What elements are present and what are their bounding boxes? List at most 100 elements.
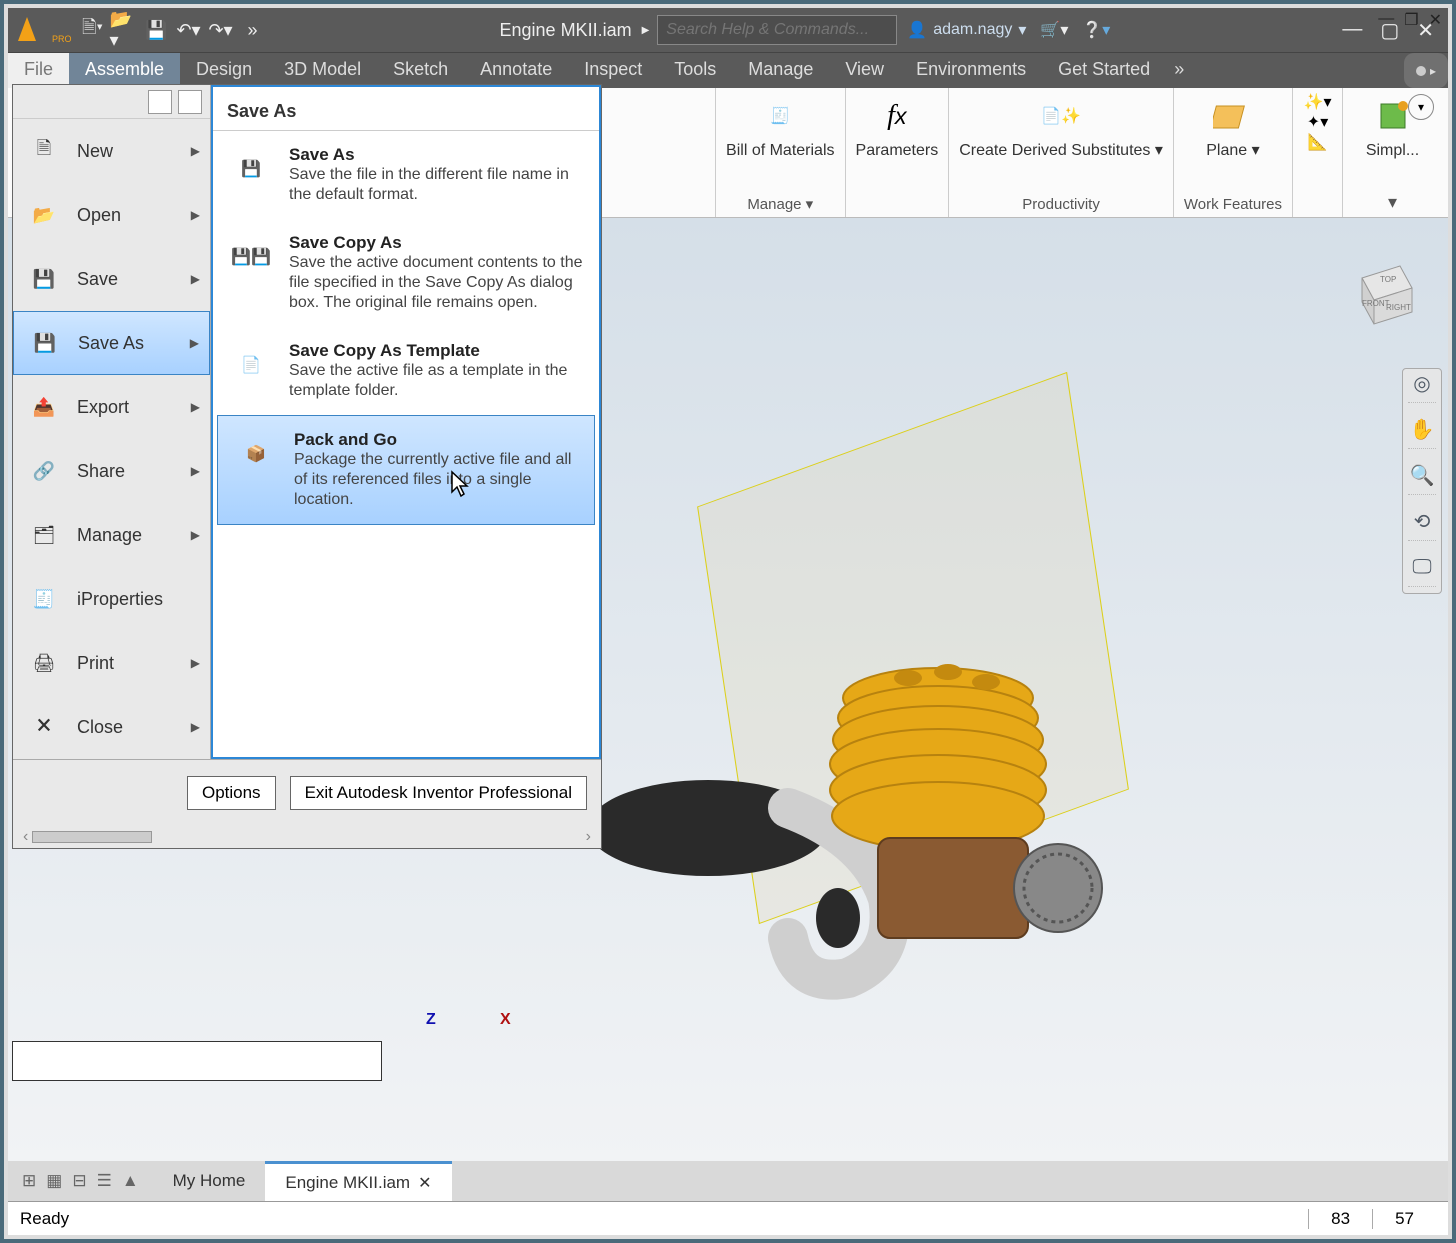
nav-lookat-icon[interactable]: 🖵 — [1408, 559, 1436, 587]
save-as-icon: 💾 — [24, 322, 66, 364]
ribbon-expander-icon[interactable]: ▾ — [1408, 94, 1434, 120]
qat-open-icon[interactable]: 📂▾ — [110, 15, 140, 45]
scroll-right-icon[interactable]: › — [586, 828, 591, 846]
thumbnail-large-icon[interactable] — [178, 90, 202, 114]
file-menu-share[interactable]: 🔗Share▶ — [13, 439, 210, 503]
tab-annotate[interactable]: Annotate — [464, 53, 568, 88]
file-menu-submenu: Save As 💾 Save AsSave the file in the di… — [211, 85, 601, 759]
file-menu-left-column: 🗎New▶ 📂Open▶ 💾Save▶ 💾Save As▶ 📤Export▶ 🔗… — [13, 85, 211, 759]
tab-tools[interactable]: Tools — [658, 53, 732, 88]
nav-pan-icon[interactable]: ✋ — [1408, 421, 1436, 449]
file-menu-export[interactable]: 📤Export▶ — [13, 375, 210, 439]
tab-view[interactable]: View — [829, 53, 900, 88]
chevron-right-icon: ▶ — [190, 336, 199, 350]
search-input[interactable] — [657, 15, 897, 45]
tab-sketch[interactable]: Sketch — [377, 53, 464, 88]
ribbon-group-workfeature-extra[interactable]: ✨▾ ✦▾ 📐 — [1292, 88, 1342, 217]
submenu-header: Save As — [213, 87, 599, 131]
status-text: Ready — [20, 1209, 69, 1229]
inner-window-controls: — ❐ ✕ — [1378, 10, 1442, 30]
plane-label: Plane ▾ — [1206, 142, 1259, 160]
tab-3dmodel[interactable]: 3D Model — [268, 53, 377, 88]
open-icon: 📂 — [23, 194, 65, 236]
simplification-label: Simpl... — [1366, 142, 1419, 160]
viewcube-top: TOP — [1380, 275, 1396, 284]
file-menu-open[interactable]: 📂Open▶ — [13, 183, 210, 247]
thumbnail-small-icon[interactable] — [148, 90, 172, 114]
axis-z-label: Z — [426, 1011, 436, 1029]
file-menu-save-as[interactable]: 💾Save As▶ — [13, 311, 210, 375]
tab-inspect[interactable]: Inspect — [568, 53, 658, 88]
inner-restore-icon[interactable]: ❐ — [1404, 10, 1418, 30]
tab-active-document[interactable]: Engine MKII.iam ✕ — [265, 1161, 451, 1201]
file-menu-iproperties[interactable]: 🧾iProperties — [13, 567, 210, 631]
tab-layout4-icon[interactable]: ☰ — [97, 1171, 112, 1191]
ribbon-group-bom[interactable]: 🧾 Bill of Materials Manage ▾ — [715, 88, 844, 217]
fx-icon: fx — [873, 92, 921, 140]
cart-icon[interactable]: 🛒▾ — [1040, 20, 1068, 40]
tab-layout3-icon[interactable]: ⊟ — [72, 1171, 86, 1191]
ribbon-group-parameters[interactable]: fx Parameters — [845, 88, 949, 217]
qat-new-icon[interactable]: 🗎▾ — [78, 15, 108, 45]
exit-button[interactable]: Exit Autodesk Inventor Professional — [290, 776, 587, 810]
manage-caption: Manage ▾ — [747, 195, 813, 217]
axis-x-label: X — [500, 1011, 511, 1029]
tab-layout-icon[interactable]: ⊞ — [22, 1171, 36, 1191]
file-menu-dropdown: 🗎New▶ 📂Open▶ 💾Save▶ 💾Save As▶ 📤Export▶ 🔗… — [12, 84, 602, 849]
tab-my-home[interactable]: My Home — [153, 1161, 266, 1201]
file-menu-scrollbar[interactable]: ‹ › — [13, 826, 601, 848]
user-name: adam.nagy — [933, 21, 1012, 39]
options-button[interactable]: Options — [187, 776, 276, 810]
inner-close-icon[interactable]: ✕ — [1429, 10, 1442, 30]
manage-icon: 🗂 — [23, 514, 65, 556]
submenu-save-as[interactable]: 💾 Save AsSave the file in the different … — [213, 131, 599, 219]
nav-zoom-icon[interactable]: 🔍 — [1408, 467, 1436, 495]
minimize-icon[interactable]: — — [1342, 18, 1362, 43]
title-dropdown-icon[interactable]: ▶ — [642, 25, 650, 36]
file-menu-close[interactable]: 🗙Close▶ — [13, 695, 210, 759]
tab-manage[interactable]: Manage — [732, 53, 829, 88]
nav-rotate-icon[interactable]: ⟲ — [1408, 513, 1436, 541]
inner-minimize-icon[interactable]: — — [1378, 10, 1394, 30]
help-icon[interactable]: ❔▾ — [1082, 20, 1110, 40]
file-menu-save[interactable]: 💾Save▶ — [13, 247, 210, 311]
tab-active-label: Engine MKII.iam — [285, 1173, 410, 1193]
tab-environments[interactable]: Environments — [900, 53, 1042, 88]
submenu-save-copy-template[interactable]: 📄 Save Copy As TemplateSave the active f… — [213, 327, 599, 415]
ribbon-group-plane[interactable]: Plane ▾ Work Features — [1173, 88, 1292, 217]
qat-more-icon[interactable]: » — [238, 15, 268, 45]
app-logo-icon — [14, 13, 40, 47]
submenu-save-copy-as[interactable]: 💾💾 Save Copy AsSave the active document … — [213, 219, 599, 327]
mouse-cursor-icon — [450, 470, 470, 498]
qat-save-icon[interactable]: 💾 — [142, 15, 172, 45]
chevron-right-icon: ▶ — [191, 528, 200, 542]
file-menu-new[interactable]: 🗎New▶ — [13, 119, 210, 183]
submenu-pack-and-go[interactable]: 📦 Pack and GoPackage the currently activ… — [217, 415, 595, 525]
user-account[interactable]: 👤 adam.nagy ▾ — [907, 20, 1026, 40]
tab-assemble[interactable]: Assemble — [69, 53, 180, 88]
save-as-sub-icon: 💾 — [227, 145, 275, 193]
document-tabs-bar: ⊞ ▦ ⊟ ☰ ▲ My Home Engine MKII.iam ✕ — [8, 1161, 1448, 1201]
scroll-left-icon[interactable]: ‹ — [23, 828, 28, 846]
ribbon-tabs: File Assemble Design 3D Model Sketch Ann… — [8, 52, 1448, 88]
tab-design[interactable]: Design — [180, 53, 268, 88]
tab-layout2-icon[interactable]: ▦ — [46, 1171, 62, 1191]
nav-orbit-icon[interactable]: ◎ — [1408, 375, 1436, 403]
chevron-right-icon: ▶ — [191, 464, 200, 478]
tab-close-icon[interactable]: ✕ — [418, 1173, 431, 1193]
tab-up-icon[interactable]: ▲ — [122, 1171, 139, 1191]
file-menu-print[interactable]: 🖨Print▶ — [13, 631, 210, 695]
qat-redo-icon[interactable]: ↷▾ — [206, 15, 236, 45]
appearance-toggle[interactable]: ▸ — [1404, 53, 1448, 88]
file-menu-manage[interactable]: 🗂Manage▶ — [13, 503, 210, 567]
view-cube[interactable]: TOP FRONT RIGHT — [1342, 248, 1428, 334]
ribbon-group-derived[interactable]: 📄✨ Create Derived Substitutes ▾ Producti… — [948, 88, 1173, 217]
command-input-box[interactable] — [12, 1041, 382, 1081]
tab-file[interactable]: File — [8, 53, 69, 88]
plane-icon — [1209, 92, 1257, 140]
scroll-thumb[interactable] — [32, 831, 152, 843]
qat-undo-icon[interactable]: ↶▾ — [174, 15, 204, 45]
status-value-1: 83 — [1308, 1209, 1372, 1229]
assembly-model[interactable] — [588, 518, 1128, 1038]
tab-getstarted[interactable]: Get Started — [1042, 53, 1166, 88]
